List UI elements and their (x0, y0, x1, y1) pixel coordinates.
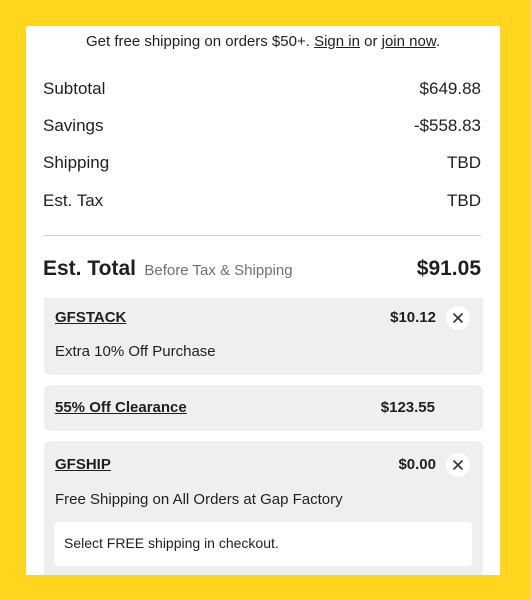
free-shipping-text: Get free shipping on orders $50+. (85, 33, 310, 50)
coupon-card-gfship: GFSHIP $0.00 Free Shipping on All Orders… (44, 441, 483, 575)
estimated-total-label: Est. Total (43, 257, 136, 280)
coupon-code-link[interactable]: 55% Off Clearance (55, 399, 187, 416)
remove-coupon-button[interactable] (446, 306, 470, 330)
subtotal-row: Subtotal $649.88 (43, 79, 481, 99)
close-icon (453, 313, 463, 323)
free-shipping-banner: Get free shipping on orders $50+. Sign i… (26, 33, 500, 50)
tax-label: Est. Tax (43, 191, 104, 210)
coupon-amount: $0.00 (398, 456, 436, 473)
coupon-amount: $10.12 (390, 309, 436, 326)
savings-label: Savings (43, 116, 104, 135)
estimated-total-value: $91.05 (416, 257, 481, 280)
close-icon (453, 460, 463, 470)
shipping-value: TBD (447, 153, 481, 172)
tax-row: Est. Tax TBD (43, 191, 481, 211)
shipping-label: Shipping (43, 153, 110, 172)
shipping-row: Shipping TBD (43, 153, 481, 173)
remove-coupon-button[interactable] (446, 453, 470, 477)
coupon-card-gfstack: GFSTACK $10.12 Extra 10% Off Purchase (44, 298, 483, 375)
join-now-link[interactable]: join now (382, 33, 436, 50)
subtotal-value: $649.88 (419, 79, 481, 98)
savings-row: Savings -$558.83 (43, 116, 481, 136)
summary-divider (43, 235, 481, 236)
banner-period: . (435, 33, 441, 50)
subtotal-label: Subtotal (43, 79, 106, 98)
coupon-description: Free Shipping on All Orders at Gap Facto… (55, 491, 343, 508)
coupon-description: Extra 10% Off Purchase (55, 343, 216, 360)
order-summary-panel: Get free shipping on orders $50+. Sign i… (26, 26, 500, 575)
coupon-note-box: Select FREE shipping in checkout. (54, 522, 472, 566)
tax-value: TBD (447, 191, 481, 210)
coupon-card-clearance: 55% Off Clearance $123.55 (44, 385, 483, 431)
estimated-total-row: Est. Total Before Tax & Shipping $91.05 (43, 257, 481, 281)
coupon-note-text: Select FREE shipping in checkout. (64, 535, 279, 551)
or-text: or (364, 33, 378, 50)
coupon-code-link[interactable]: GFSHIP (55, 456, 111, 473)
coupon-code-link[interactable]: GFSTACK (55, 309, 126, 326)
sign-in-link[interactable]: Sign in (314, 33, 360, 50)
savings-value: -$558.83 (413, 116, 481, 135)
estimated-total-label-group: Est. Total Before Tax & Shipping (43, 257, 293, 281)
estimated-total-sublabel: Before Tax & Shipping (144, 262, 293, 279)
coupon-amount: $123.55 (380, 399, 435, 416)
